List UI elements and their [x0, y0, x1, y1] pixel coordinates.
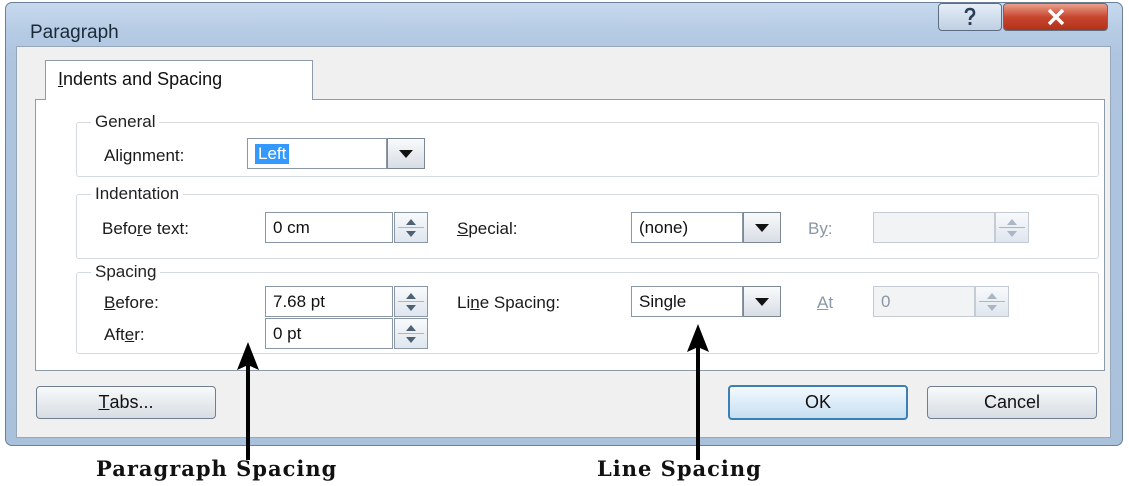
paragraph-spacing-caption: Paragraph Spacing	[96, 456, 338, 481]
tab-indents-and-spacing[interactable]: Indents and Spacing	[45, 60, 313, 100]
spinner-down-icon[interactable]	[398, 301, 424, 313]
by-label: By:	[808, 219, 833, 238]
alignment-dropdown-button[interactable]	[387, 138, 425, 169]
tab-label: ndents and Spacing	[63, 69, 223, 89]
before-text-spinner[interactable]	[394, 212, 428, 243]
spinner-down-icon[interactable]	[398, 227, 424, 239]
spacing-before-spinner[interactable]	[394, 286, 428, 317]
close-button[interactable]	[1003, 3, 1108, 31]
spinner-down-icon[interactable]	[999, 227, 1025, 239]
special-dropdown-button[interactable]	[743, 212, 781, 243]
spinner-up-icon[interactable]	[398, 290, 424, 301]
alignment-select[interactable]: Left	[247, 138, 387, 169]
at-spinner[interactable]	[975, 286, 1009, 317]
alignment-label: Alignment:	[104, 146, 185, 165]
spacing-legend: Spacing	[95, 262, 157, 281]
spinner-up-icon[interactable]	[999, 216, 1025, 227]
general-legend: General	[95, 112, 156, 131]
spacing-after-input[interactable]: 0 pt	[265, 318, 393, 349]
by-input[interactable]	[873, 212, 995, 243]
arrow-up-icon	[687, 324, 709, 460]
spinner-up-icon[interactable]	[398, 216, 424, 227]
special-label: Special:	[457, 219, 518, 238]
chevron-down-icon	[755, 297, 769, 306]
spacing-after-label: After:	[104, 325, 145, 344]
tabs-button[interactable]: Tabs...	[36, 386, 216, 419]
line-spacing-label: Line Spacing:	[457, 293, 561, 312]
spinner-down-icon[interactable]	[979, 301, 1005, 313]
ok-button[interactable]: OK	[728, 385, 908, 420]
by-spinner[interactable]	[995, 212, 1029, 243]
spacing-before-input[interactable]: 7.68 pt	[265, 286, 393, 317]
chevron-down-icon	[399, 149, 413, 158]
before-text-input[interactable]: 0 cm	[265, 212, 393, 243]
close-icon	[1047, 8, 1064, 26]
spacing-after-spinner[interactable]	[394, 318, 428, 349]
general-group: General	[76, 112, 1099, 177]
alignment-value: Left	[255, 143, 290, 164]
line-spacing-dropdown-button[interactable]	[743, 286, 781, 317]
arrow-up-icon	[237, 342, 259, 460]
line-spacing-caption: Line Spacing	[597, 456, 762, 481]
cancel-button[interactable]: Cancel	[927, 386, 1097, 419]
indentation-legend: Indentation	[95, 184, 180, 203]
before-text-label: Before text:	[102, 219, 189, 238]
help-icon	[964, 7, 976, 25]
spinner-up-icon[interactable]	[979, 290, 1005, 301]
line-spacing-select[interactable]: Single	[631, 286, 743, 317]
spinner-up-icon[interactable]	[398, 322, 424, 333]
at-input[interactable]: 0	[873, 286, 975, 317]
special-select[interactable]: (none)	[631, 212, 743, 243]
spacing-before-label: Before:	[104, 293, 159, 312]
chevron-down-icon	[755, 223, 769, 232]
window-title: Paragraph	[30, 22, 119, 43]
help-button[interactable]	[938, 3, 1002, 31]
at-label: At	[817, 293, 834, 312]
spinner-down-icon[interactable]	[398, 333, 424, 345]
